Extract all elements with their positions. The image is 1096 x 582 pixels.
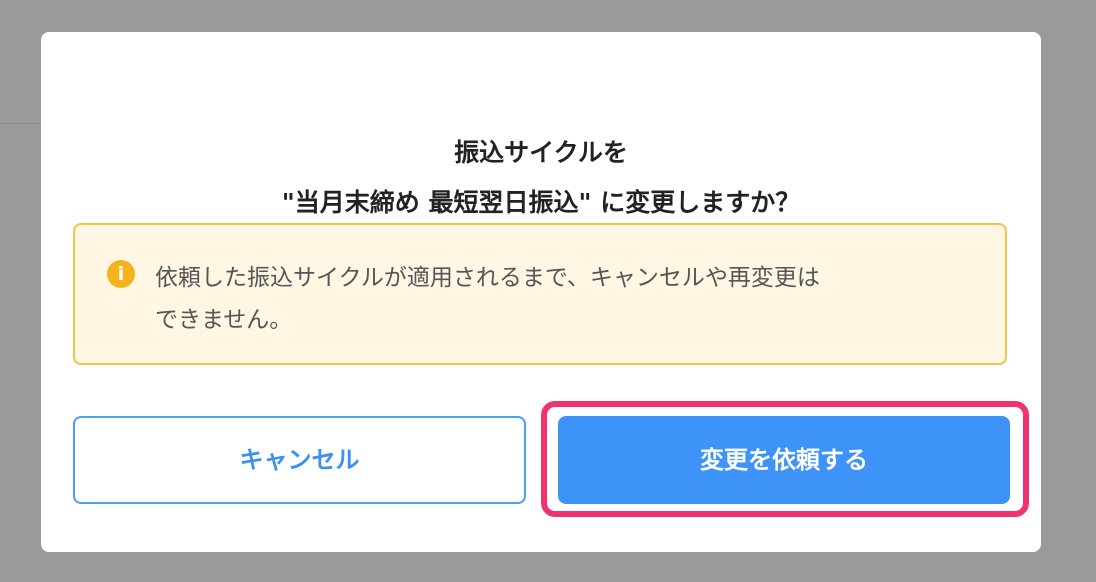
confirm-dialog: 振込サイクルを "当月末締め 最短翌日振込" に変更しますか？ i 依頼した振込… [41,32,1041,552]
cancel-button[interactable]: キャンセル [73,416,526,504]
notice-text-line-2: できません。 [155,307,293,333]
warning-notice: i 依頼した振込サイクルが適用されるまで、キャンセルや再変更は できません。 [73,223,1007,365]
dialog-title: 振込サイクルを "当月末締め 最短翌日振込" に変更しますか？ [41,128,1041,228]
dialog-title-line-2: "当月末締め 最短翌日振込" に変更しますか？ [281,188,801,217]
request-change-button[interactable]: 変更を依頼する [558,416,1010,504]
dialog-title-line-1: 振込サイクルを [454,138,628,167]
notice-text: 依頼した振込サイクルが適用されるまで、キャンセルや再変更は できません。 [155,257,975,341]
info-icon: i [107,260,135,288]
backdrop-divider [0,123,42,124]
notice-text-line-1: 依頼した振込サイクルが適用されるまで、キャンセルや再変更は [155,265,820,291]
